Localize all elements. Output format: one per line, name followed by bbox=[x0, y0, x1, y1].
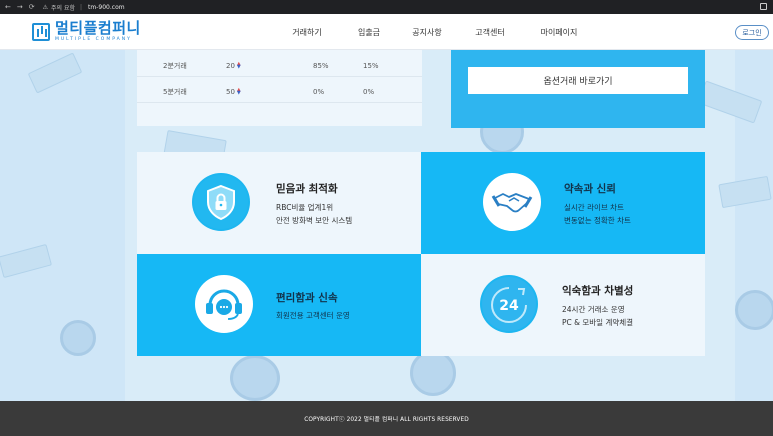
up-down-arrows-icon[interactable]: ▲ ▼ bbox=[237, 87, 241, 95]
nav-item-notice[interactable]: 공지사항 bbox=[394, 27, 460, 38]
trade-name: 2분거래 bbox=[163, 61, 187, 70]
trade-count: 50 ▲ ▼ bbox=[226, 87, 241, 96]
feature-desc: 변동없는 정확한 차트 bbox=[564, 216, 631, 225]
url-text[interactable]: tm-900.com bbox=[88, 4, 125, 11]
nav-item-trade[interactable]: 거래하기 bbox=[270, 27, 344, 38]
main-nav: 거래하기 입출금 공지사항 고객센터 마이페이지 bbox=[270, 14, 598, 50]
reload-icon[interactable]: ⟳ bbox=[29, 3, 35, 11]
logo-mark-icon bbox=[32, 22, 50, 41]
address-separator: | bbox=[80, 3, 83, 11]
headset-icon bbox=[195, 275, 253, 333]
trade-percent-down: 0% bbox=[363, 87, 375, 96]
feature-card-promise: 약속과 신뢰 실시간 라이브 차트 변동없는 정확한 차트 bbox=[421, 152, 705, 254]
clock-24-icon: 24 bbox=[480, 275, 538, 333]
security-label: 주의 요함 bbox=[51, 4, 76, 12]
trade-percent-up: 85% bbox=[313, 61, 329, 70]
table-row[interactable]: 2분거래 20 ▲ ▼ 85% 15% bbox=[137, 55, 422, 77]
feature-desc: RBC비율 업계1위 bbox=[276, 203, 334, 212]
nav-item-deposit[interactable]: 입출금 bbox=[344, 27, 394, 38]
login-button[interactable]: 로그인 bbox=[735, 25, 769, 40]
trade-count: 20 ▲ ▼ bbox=[226, 61, 241, 70]
logo-subtitle: MULTIPLE COMPANY bbox=[55, 37, 132, 42]
trade-count-value: 20 bbox=[226, 61, 235, 70]
back-icon[interactable]: ← bbox=[5, 3, 11, 11]
nav-item-support[interactable]: 고객센터 bbox=[460, 27, 520, 38]
money-bill-decoration bbox=[0, 243, 52, 279]
address-bar[interactable]: ⚠ 주의 요함 | tm-900.com bbox=[43, 3, 125, 12]
nav-item-mypage[interactable]: 마이페이지 bbox=[520, 27, 598, 38]
feature-title: 익숙함과 차별성 bbox=[562, 285, 634, 297]
coin-decoration bbox=[735, 290, 773, 330]
forward-icon[interactable]: → bbox=[17, 3, 23, 11]
feature-desc: 실시간 라이브 차트 bbox=[564, 203, 624, 212]
money-bill-decoration bbox=[27, 52, 83, 94]
warning-icon: ⚠ bbox=[42, 3, 49, 11]
feature-title: 약속과 신뢰 bbox=[564, 183, 616, 195]
trade-percent-up: 0% bbox=[313, 87, 325, 96]
feature-desc: 회원전용 고객센터 운영 bbox=[276, 311, 350, 320]
option-trade-panel: 옵션거래 바로가기 bbox=[451, 50, 705, 128]
trade-percent-down: 15% bbox=[363, 61, 379, 70]
feature-title: 믿음과 최적화 bbox=[276, 183, 338, 195]
shield-lock-icon bbox=[192, 173, 250, 231]
feature-card-convenience: 편리함과 신속 회원전용 고객센터 운영 bbox=[137, 254, 421, 356]
feature-card-familiarity: 24 익숙함과 차별성 24시간 거래소 운영 PC & 모바일 계약체결 bbox=[421, 254, 705, 356]
logo[interactable]: 멀티플컴퍼니 MULTIPLE COMPANY bbox=[32, 21, 141, 43]
handshake-icon bbox=[483, 173, 541, 231]
option-trade-button[interactable]: 옵션거래 바로가기 bbox=[468, 67, 688, 94]
browser-toolbar: ← → ⟳ ⚠ 주의 요함 | tm-900.com bbox=[0, 0, 773, 14]
coin-decoration bbox=[410, 350, 456, 396]
feature-desc: 24시간 거래소 운영 bbox=[562, 305, 625, 314]
feature-title: 편리함과 신속 bbox=[276, 292, 338, 304]
trade-name: 5분거래 bbox=[163, 87, 187, 96]
coin-decoration bbox=[230, 355, 280, 401]
logo-title: 멀티플컴퍼니 bbox=[55, 19, 141, 37]
clock-24-label: 24 bbox=[499, 298, 519, 314]
feature-card-trust: 믿음과 최적화 RBC비율 업계1위 안전 방화벽 보안 시스템 bbox=[137, 152, 421, 254]
site-footer: COPYRIGHTⓒ 2022 멀티플 컴퍼니 ALL RIGHTS RESER… bbox=[0, 401, 773, 436]
trade-table: 2분거래 20 ▲ ▼ 85% 15% 5분거래 50 ▲ ▼ 0% 0% bbox=[137, 50, 422, 126]
copyright-text: COPYRIGHTⓒ 2022 멀티플 컴퍼니 ALL RIGHTS RESER… bbox=[304, 417, 469, 423]
trade-count-value: 50 bbox=[226, 87, 235, 96]
up-down-arrows-icon[interactable]: ▲ ▼ bbox=[237, 61, 241, 69]
feature-desc: 안전 방화벽 보안 시스템 bbox=[276, 216, 353, 225]
site-header: 멀티플컴퍼니 MULTIPLE COMPANY 거래하기 입출금 공지사항 고객… bbox=[0, 14, 773, 50]
coin-decoration bbox=[60, 320, 96, 356]
table-row[interactable]: 5분거래 50 ▲ ▼ 0% 0% bbox=[137, 81, 422, 103]
feature-desc: PC & 모바일 계약체결 bbox=[562, 318, 634, 327]
sidebar-toggle-icon[interactable] bbox=[760, 3, 767, 10]
